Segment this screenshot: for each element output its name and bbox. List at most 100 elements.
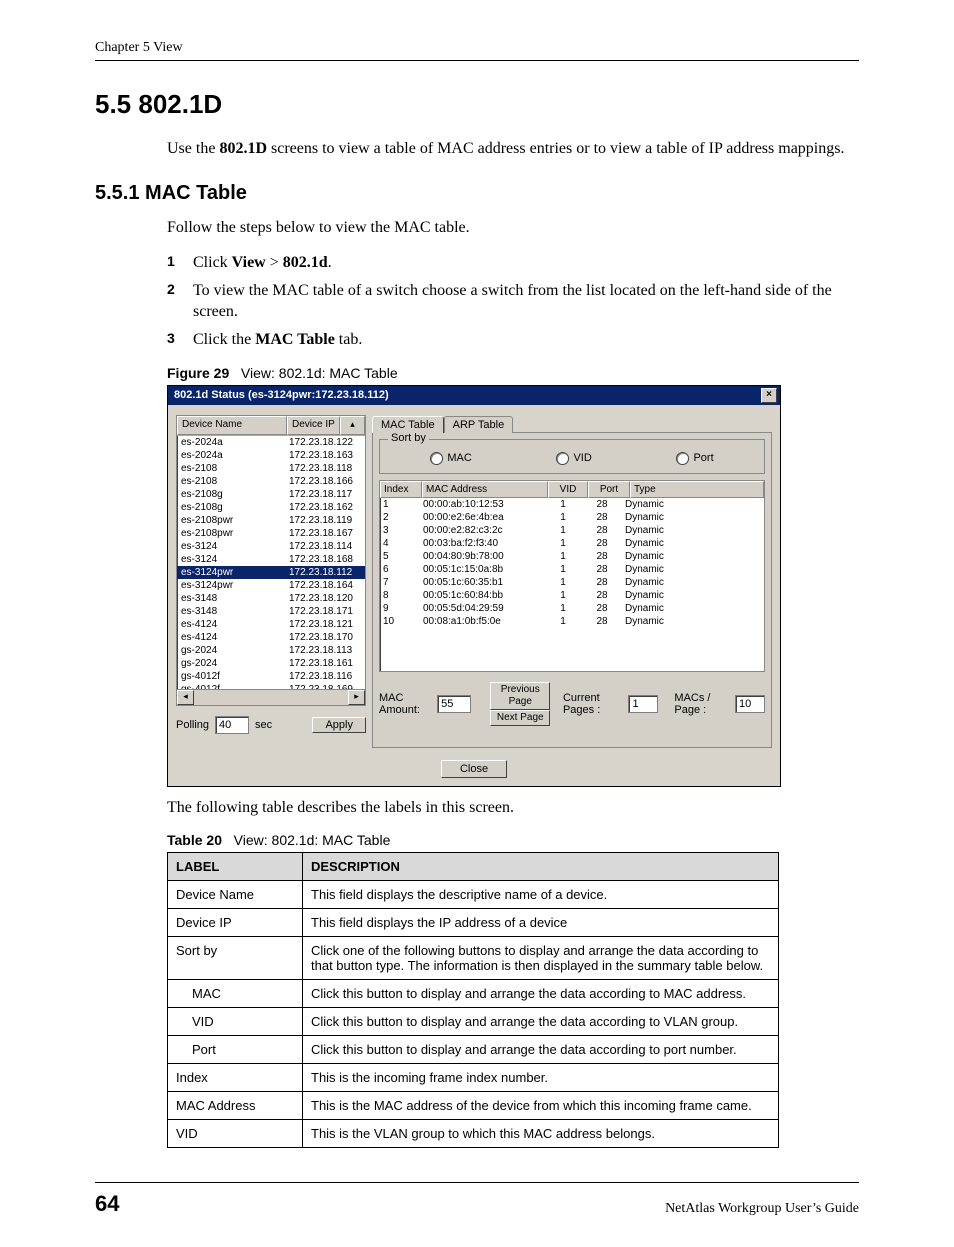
previous-page-button[interactable]: Previous Page <box>490 682 550 710</box>
device-row[interactable]: es-2024a172.23.18.163 <box>177 449 365 462</box>
device-row[interactable]: es-2108pwr172.23.18.119 <box>177 514 365 527</box>
device-row[interactable]: es-2108172.23.18.166 <box>177 475 365 488</box>
device-name-cell: es-2024a <box>177 449 285 462</box>
cell-index: 5 <box>380 550 420 563</box>
cell-index: 6 <box>380 563 420 576</box>
table-row: VIDThis is the VLAN group to which this … <box>168 1120 779 1148</box>
device-row[interactable]: gs-2024172.23.18.161 <box>177 657 365 670</box>
polling-unit: sec <box>255 719 272 731</box>
cell-port: 28 <box>582 576 622 589</box>
mac-row[interactable]: 200:00:e2:6e:4b:ea128Dynamic <box>380 511 764 524</box>
device-row[interactable]: es-3148172.23.18.171 <box>177 605 365 618</box>
col-type[interactable]: Type <box>630 481 764 498</box>
mac-row[interactable]: 800:05:1c:60:84:bb128Dynamic <box>380 589 764 602</box>
mac-row[interactable]: 500:04:80:9b:78:00128Dynamic <box>380 550 764 563</box>
tab-arp-table[interactable]: ARP Table <box>444 416 514 433</box>
cell-label: Device Name <box>168 881 303 909</box>
mac-row[interactable]: 900:05:5d:04:29:59128Dynamic <box>380 602 764 615</box>
scroll-left-icon[interactable]: ◂ <box>177 690 194 705</box>
col-device-name[interactable]: Device Name <box>177 416 287 435</box>
device-row[interactable]: gs-4012f172.23.18.116 <box>177 670 365 683</box>
cell-port: 28 <box>582 602 622 615</box>
device-row[interactable]: es-3148172.23.18.120 <box>177 592 365 605</box>
device-ip-cell: 172.23.18.117 <box>285 488 365 501</box>
current-page-field[interactable] <box>628 695 658 713</box>
device-ip-cell: 172.23.18.161 <box>285 657 365 670</box>
subsection-lead: Follow the steps below to view the MAC t… <box>167 217 859 239</box>
text: tab. <box>335 331 363 348</box>
device-row[interactable]: es-2108pwr172.23.18.167 <box>177 527 365 540</box>
device-row[interactable]: es-2108g172.23.18.117 <box>177 488 365 501</box>
tab-mac-table[interactable]: MAC Table <box>372 416 444 433</box>
scroll-up-icon[interactable]: ▴ <box>340 416 365 435</box>
text: Use the <box>167 140 219 157</box>
device-name-cell: es-2108 <box>177 462 285 475</box>
mac-row[interactable]: 300:00:e2:82:c3:2c128Dynamic <box>380 524 764 537</box>
close-button[interactable]: Close <box>441 760 507 778</box>
col-vid[interactable]: VID <box>548 481 588 498</box>
device-row[interactable]: gs-2024172.23.18.113 <box>177 644 365 657</box>
col-mac[interactable]: MAC Address <box>422 481 548 498</box>
mac-row[interactable]: 1000:08:a1:0b:f5:0e128Dynamic <box>380 615 764 628</box>
device-row[interactable]: es-3124172.23.18.168 <box>177 553 365 566</box>
mac-row[interactable]: 600:05:1c:15:0a:8b128Dynamic <box>380 563 764 576</box>
th-description: DESCRIPTION <box>303 853 779 881</box>
device-row[interactable]: es-3124172.23.18.114 <box>177 540 365 553</box>
scroll-right-icon[interactable]: ▸ <box>348 690 365 705</box>
cell-index: 1 <box>380 498 420 511</box>
radio-port[interactable]: Port <box>676 452 713 465</box>
radio-vid[interactable]: VID <box>556 452 591 465</box>
device-row[interactable]: es-3124pwr172.23.18.112 <box>177 566 365 579</box>
horizontal-scrollbar[interactable]: ◂ ▸ <box>177 689 365 705</box>
polling-input[interactable] <box>215 716 249 734</box>
sortby-legend: Sort by <box>388 432 429 444</box>
apply-button[interactable]: Apply <box>312 717 366 733</box>
col-device-ip[interactable]: Device IP <box>287 416 340 435</box>
device-row[interactable]: es-4124172.23.18.121 <box>177 618 365 631</box>
figure-caption-text: View: 802.1d: MAC Table <box>241 365 398 381</box>
device-row[interactable]: es-2024a172.23.18.122 <box>177 436 365 449</box>
cell-vid: 1 <box>544 576 582 589</box>
cell-vid: 1 <box>544 563 582 576</box>
radio-label: Port <box>693 452 713 464</box>
mac-row[interactable]: 400:03:ba:f2:f3:40128Dynamic <box>380 537 764 550</box>
cell-mac: 00:00:e2:82:c3:2c <box>420 524 544 537</box>
device-row[interactable]: es-2108g172.23.18.162 <box>177 501 365 514</box>
mac-row[interactable]: 700:05:1c:60:35:b1128Dynamic <box>380 576 764 589</box>
col-index[interactable]: Index <box>380 481 422 498</box>
radio-label: MAC <box>447 452 471 464</box>
table-row: IndexThis is the incoming frame index nu… <box>168 1064 779 1092</box>
device-ip-cell: 172.23.18.162 <box>285 501 365 514</box>
col-port[interactable]: Port <box>588 481 630 498</box>
cell-port: 28 <box>582 615 622 628</box>
cell-type: Dynamic <box>622 550 764 563</box>
radio-icon <box>676 452 689 465</box>
dialog-window: 802.1d Status (es-3124pwr:172.23.18.112)… <box>167 385 781 787</box>
cell-mac: 00:04:80:9b:78:00 <box>420 550 544 563</box>
device-list[interactable]: Device Name Device IP ▴ es-2024a172.23.1… <box>176 415 366 706</box>
step-item: 3 Click the MAC Table tab. <box>167 329 859 351</box>
device-row[interactable]: es-2108172.23.18.118 <box>177 462 365 475</box>
mac-table[interactable]: Index MAC Address VID Port Type 100:00:a… <box>379 480 765 672</box>
current-page-label: Current Pages : <box>563 692 624 716</box>
close-icon[interactable]: × <box>761 388 777 403</box>
cell-port: 28 <box>582 537 622 550</box>
radio-mac[interactable]: MAC <box>430 452 471 465</box>
device-ip-cell: 172.23.18.122 <box>285 436 365 449</box>
macs-per-page-field[interactable] <box>735 695 765 713</box>
cell-description: This field displays the descriptive name… <box>303 881 779 909</box>
next-page-button[interactable]: Next Page <box>490 710 550 726</box>
tab-strip: MAC Table ARP Table <box>372 415 772 432</box>
radio-icon <box>556 452 569 465</box>
mac-row[interactable]: 100:00:ab:10:12:53128Dynamic <box>380 498 764 511</box>
cell-vid: 1 <box>544 550 582 563</box>
cell-port: 28 <box>582 589 622 602</box>
device-row[interactable]: gs-4012f172.23.18.169 <box>177 683 365 689</box>
cell-type: Dynamic <box>622 602 764 615</box>
steps-list: 1 Click View > 802.1d. 2 To view the MAC… <box>167 252 859 350</box>
device-row[interactable]: es-3124pwr172.23.18.164 <box>177 579 365 592</box>
cell-vid: 1 <box>544 589 582 602</box>
title-bar[interactable]: 802.1d Status (es-3124pwr:172.23.18.112)… <box>168 386 780 405</box>
cell-label: Port <box>168 1036 303 1064</box>
device-row[interactable]: es-4124172.23.18.170 <box>177 631 365 644</box>
